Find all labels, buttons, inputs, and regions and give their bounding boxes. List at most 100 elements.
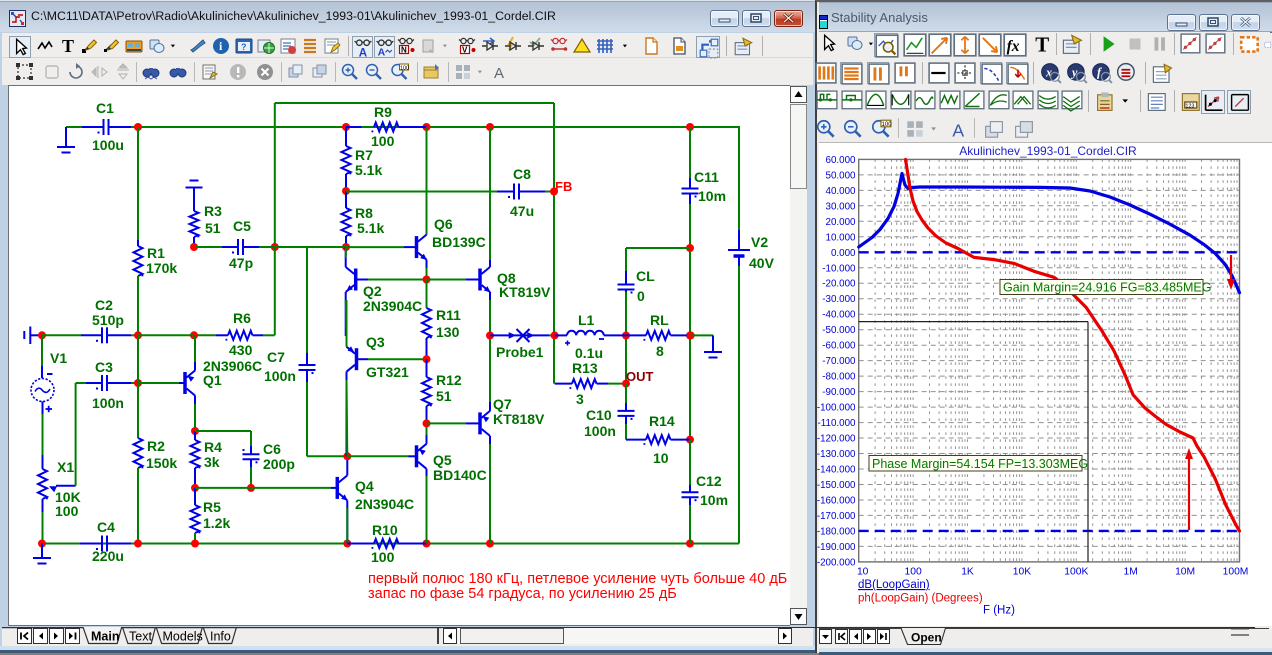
svg-text:-120.000: -120.000 [817, 434, 856, 445]
svg-text:FB: FB [555, 179, 572, 194]
svg-text:-70.000: -70.000 [822, 356, 856, 367]
svg-text:R9: R9 [374, 104, 392, 120]
svg-text:C12: C12 [696, 473, 722, 489]
svg-text:R6: R6 [233, 310, 251, 326]
svg-text:Q6: Q6 [434, 216, 453, 232]
svg-text:Q1: Q1 [203, 372, 222, 388]
svg-text:R10: R10 [372, 522, 398, 538]
svg-text:100: 100 [55, 503, 79, 519]
svg-text:10M: 10M [1175, 567, 1195, 578]
svg-text:1K: 1K [961, 567, 974, 578]
svg-text:-160.000: -160.000 [817, 496, 856, 507]
svg-text:50.000: 50.000 [826, 170, 857, 181]
svg-text:C11: C11 [694, 169, 719, 185]
svg-text:Main: Main [91, 630, 119, 644]
svg-text:-180.000: -180.000 [817, 526, 856, 537]
svg-text:100u: 100u [92, 137, 124, 153]
svg-text:CL: CL [636, 268, 655, 284]
svg-text:10m: 10m [700, 492, 728, 508]
svg-text:-110.000: -110.000 [818, 418, 856, 429]
svg-text:-30.000: -30.000 [822, 294, 856, 305]
svg-text:-10.000: -10.000 [822, 263, 856, 274]
svg-text:X1: X1 [57, 459, 74, 475]
svg-text:0.000: 0.000 [831, 248, 856, 259]
svg-text:Gain Margin=24.916 FG=83.485ME: Gain Margin=24.916 FG=83.485MEG [1003, 281, 1211, 295]
svg-text:Models: Models [163, 630, 203, 644]
svg-text:100M: 100M [1223, 567, 1249, 578]
svg-text:R5: R5 [203, 499, 221, 515]
svg-text:Q4: Q4 [355, 478, 374, 494]
svg-text:47p: 47p [229, 255, 253, 271]
svg-text:A: A [378, 46, 386, 58]
svg-text:20.000: 20.000 [826, 217, 857, 228]
svg-text:R4: R4 [204, 439, 222, 455]
svg-text:R1: R1 [147, 245, 165, 261]
svg-text:40V: 40V [749, 255, 775, 271]
svg-text:R13: R13 [572, 360, 598, 376]
svg-text:-50.000: -50.000 [822, 325, 856, 336]
svg-text:3k: 3k [204, 454, 220, 470]
svg-text:3: 3 [576, 391, 584, 407]
svg-text:C5: C5 [233, 218, 251, 234]
svg-text:1M: 1M [1124, 567, 1138, 578]
svg-text:8: 8 [656, 343, 664, 359]
svg-text:-100.000: -100.000 [817, 403, 856, 414]
svg-text:Q5: Q5 [433, 452, 452, 468]
svg-text:V: V [462, 46, 468, 55]
svg-text:100: 100 [371, 549, 395, 565]
svg-text:10: 10 [857, 567, 869, 578]
svg-text:123: 123 [1185, 103, 1194, 109]
svg-text:0.1u: 0.1u [575, 345, 603, 361]
svg-text:L1: L1 [578, 312, 595, 328]
svg-text:10K: 10K [1013, 567, 1031, 578]
svg-text:-140.000: -140.000 [817, 465, 856, 476]
svg-text:Probe1: Probe1 [496, 344, 544, 360]
svg-text:200p: 200p [263, 456, 295, 472]
svg-text:KT819V: KT819V [499, 284, 551, 300]
svg-text:-90.000: -90.000 [822, 387, 856, 398]
svg-text:C7: C7 [267, 349, 285, 365]
svg-text:RL: RL [650, 312, 669, 328]
svg-text:100n: 100n [584, 423, 616, 439]
svg-text:A: A [359, 47, 368, 59]
svg-text:R8: R8 [355, 205, 373, 221]
svg-text:KT818V: KT818V [493, 411, 545, 427]
svg-text:BD139C: BD139C [432, 234, 486, 250]
svg-text:R12: R12 [436, 372, 462, 388]
svg-text:fx: fx [1007, 38, 1020, 55]
svg-text:запас по фазе 54 градуса, по у: запас по фазе 54 градуса, по усилению 25… [368, 586, 677, 602]
svg-text:-20.000: -20.000 [822, 279, 856, 290]
svg-text:-60.000: -60.000 [822, 341, 856, 352]
svg-text:R2: R2 [147, 438, 165, 454]
svg-text:100: 100 [371, 133, 395, 149]
svg-text:T: T [1035, 33, 1049, 55]
svg-text:-200.000: -200.000 [817, 557, 856, 568]
svg-text:BD140C: BD140C [433, 467, 487, 483]
svg-text:ph(LoopGain) (Degrees): ph(LoopGain) (Degrees) [858, 593, 983, 605]
svg-text:-130.000: -130.000 [817, 449, 856, 460]
svg-text:Open: Open [911, 631, 942, 645]
svg-text:A: A [952, 121, 964, 140]
svg-text:?: ? [241, 42, 247, 52]
svg-text:T: T [62, 36, 74, 56]
svg-text:150k: 150k [146, 455, 177, 471]
svg-text:F (Hz): F (Hz) [983, 605, 1015, 617]
svg-text:47u: 47u [510, 203, 534, 219]
svg-text:V2: V2 [751, 234, 768, 250]
svg-text:C3: C3 [95, 359, 113, 375]
svg-text:510p: 510p [92, 312, 124, 328]
svg-text:Text: Text [129, 630, 152, 644]
svg-text:R14: R14 [649, 413, 675, 429]
svg-text:51: 51 [436, 388, 452, 404]
svg-text:Akulinichev_1993-01_Cordel.CIR: Akulinichev_1993-01_Cordel.CIR [959, 144, 1137, 158]
svg-text:100K: 100K [1064, 567, 1088, 578]
svg-text:5.1k: 5.1k [357, 220, 384, 236]
svg-text:0: 0 [637, 288, 645, 304]
svg-text:430: 430 [229, 342, 253, 358]
svg-text:51: 51 [205, 220, 221, 236]
svg-text:Q2: Q2 [363, 283, 382, 299]
svg-text:130: 130 [436, 324, 460, 340]
svg-text:R7: R7 [355, 147, 373, 163]
svg-text:-40.000: -40.000 [822, 310, 856, 321]
svg-text:C2: C2 [95, 297, 113, 313]
